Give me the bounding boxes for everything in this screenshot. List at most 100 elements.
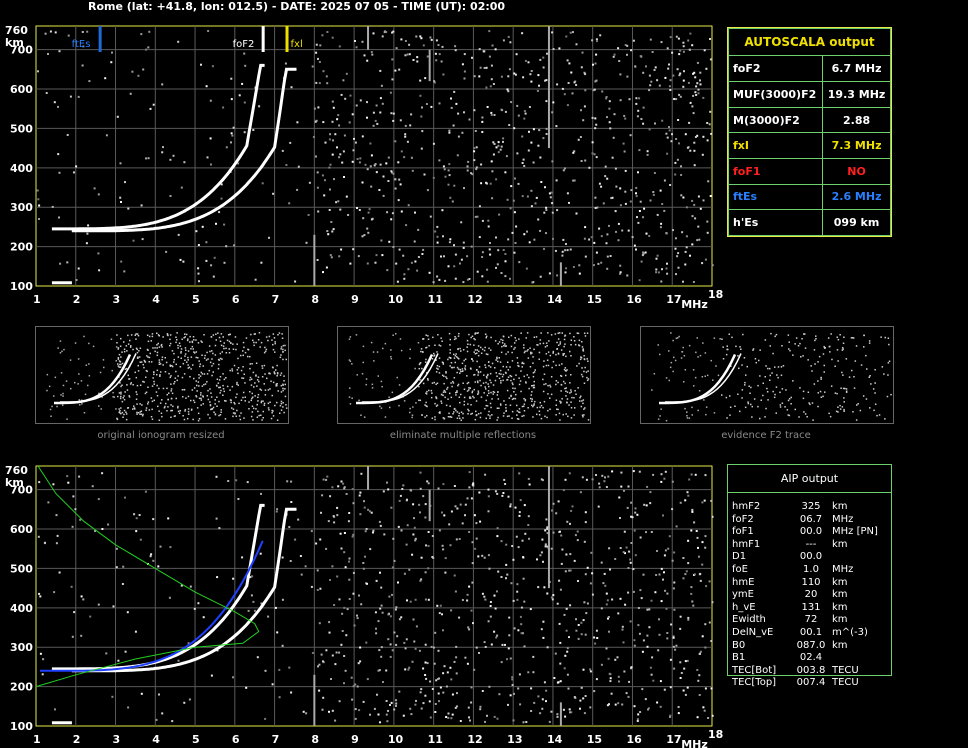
noise-dot [567,82,570,84]
noise-dot [504,275,507,278]
thumb-noise-dot [50,415,52,417]
thumb-noise-dot [280,372,283,374]
noise-dot [670,623,673,626]
noise-dot [523,504,526,507]
noise-dot [493,594,496,597]
thumb-noise-dot [122,397,124,399]
thumb-noise-dot [747,402,750,405]
thumb-noise-dot [129,383,132,385]
thumb-noise-dot [249,355,251,358]
thumb-noise-dot [557,381,559,384]
noise-dot [360,603,363,606]
thumb-noise-dot [564,382,566,385]
thumb-noise-dot [579,358,582,361]
thumb-noise-dot [556,408,558,410]
thumb-noise-dot [534,400,536,403]
thumb-noise-dot [580,373,583,376]
noise-dot [463,111,465,114]
thumb-noise-dot [62,384,65,387]
noise-dot [505,543,508,546]
noise-dot [604,476,606,479]
noise-dot [388,240,391,243]
noise-dot [704,258,707,261]
noise-dot [703,49,706,52]
noise-dot [120,201,122,203]
noise-dot [256,656,259,659]
thumb-noise-dot [769,374,771,377]
noise-dot [408,568,411,571]
noise-dot [619,264,622,267]
thumb-noise-dot [242,391,245,394]
noise-dot [685,235,688,238]
noise-dot [331,100,334,103]
noise-dot [646,608,649,611]
thumb-noise-dot [748,385,750,387]
noise-dot [642,251,644,254]
noise-dot [424,503,427,506]
noise-dot [479,66,482,69]
y-tick-label: 700 [10,44,33,57]
thumb-noise-dot [559,341,562,343]
noise-dot [377,713,380,716]
thumb-noise-dot [780,366,783,368]
thumb-noise-dot [550,334,553,336]
noise-dot [142,68,145,71]
noise-dot [165,250,168,253]
thumb-noise-dot [694,376,697,379]
thumb-noise-dot [196,407,199,409]
noise-dot [656,550,658,552]
noise-dot [450,97,452,100]
noise-dot [495,266,497,269]
noise-dot [395,262,398,265]
thumb-noise-dot [570,389,572,391]
noise-dot [489,605,492,607]
thumb-noise-dot [128,396,131,398]
noise-dot [377,669,380,672]
noise-dot [511,684,514,686]
noise-dot [668,85,671,88]
thumb-noise-dot [128,378,130,380]
noise-dot [212,275,215,278]
thumb-noise-dot [819,390,822,393]
thumb-noise-dot [209,388,211,390]
thumb-noise-dot [521,362,523,365]
noise-dot [650,531,653,533]
noise-dot [366,59,369,62]
noise-dot [633,705,636,708]
thumb-noise-dot [518,338,520,340]
thumb-noise-dot [449,344,451,346]
thumb-noise-dot [452,413,454,415]
noise-dot [97,603,100,606]
noise-dot [543,681,546,684]
noise-dot [336,506,339,509]
noise-dot [481,275,484,278]
aip-param-value: 00.1 [799,627,823,638]
noise-dot [42,658,45,661]
noise-dot [275,510,278,513]
noise-dot [424,571,427,574]
thumb-noise-dot [192,348,194,350]
thumb-noise-dot [528,387,530,390]
noise-dot [710,687,713,690]
thumb-noise-dot [474,349,477,351]
thumb-noise-dot [156,373,158,376]
thumb-noise-dot [285,407,288,409]
noise-dot [359,513,362,516]
noise-dot [635,192,637,195]
thumb-noise-dot [242,377,245,379]
thumb-noise-dot [170,390,172,392]
noise-dot [627,485,630,488]
noise-dot [462,281,465,284]
noise-dot [244,64,247,67]
noise-dot [607,657,610,660]
thumb-noise-dot [157,334,160,336]
thumb-noise-dot [156,332,158,334]
thumb-noise-dot [169,344,171,347]
noise-dot [608,121,611,124]
noise-dot [394,140,397,143]
thumb-noise-dot [232,415,234,418]
thumb-noise-dot [442,362,444,364]
noise-dot [579,707,581,710]
thumb-noise-dot [559,343,561,345]
noise-dot [383,533,386,536]
